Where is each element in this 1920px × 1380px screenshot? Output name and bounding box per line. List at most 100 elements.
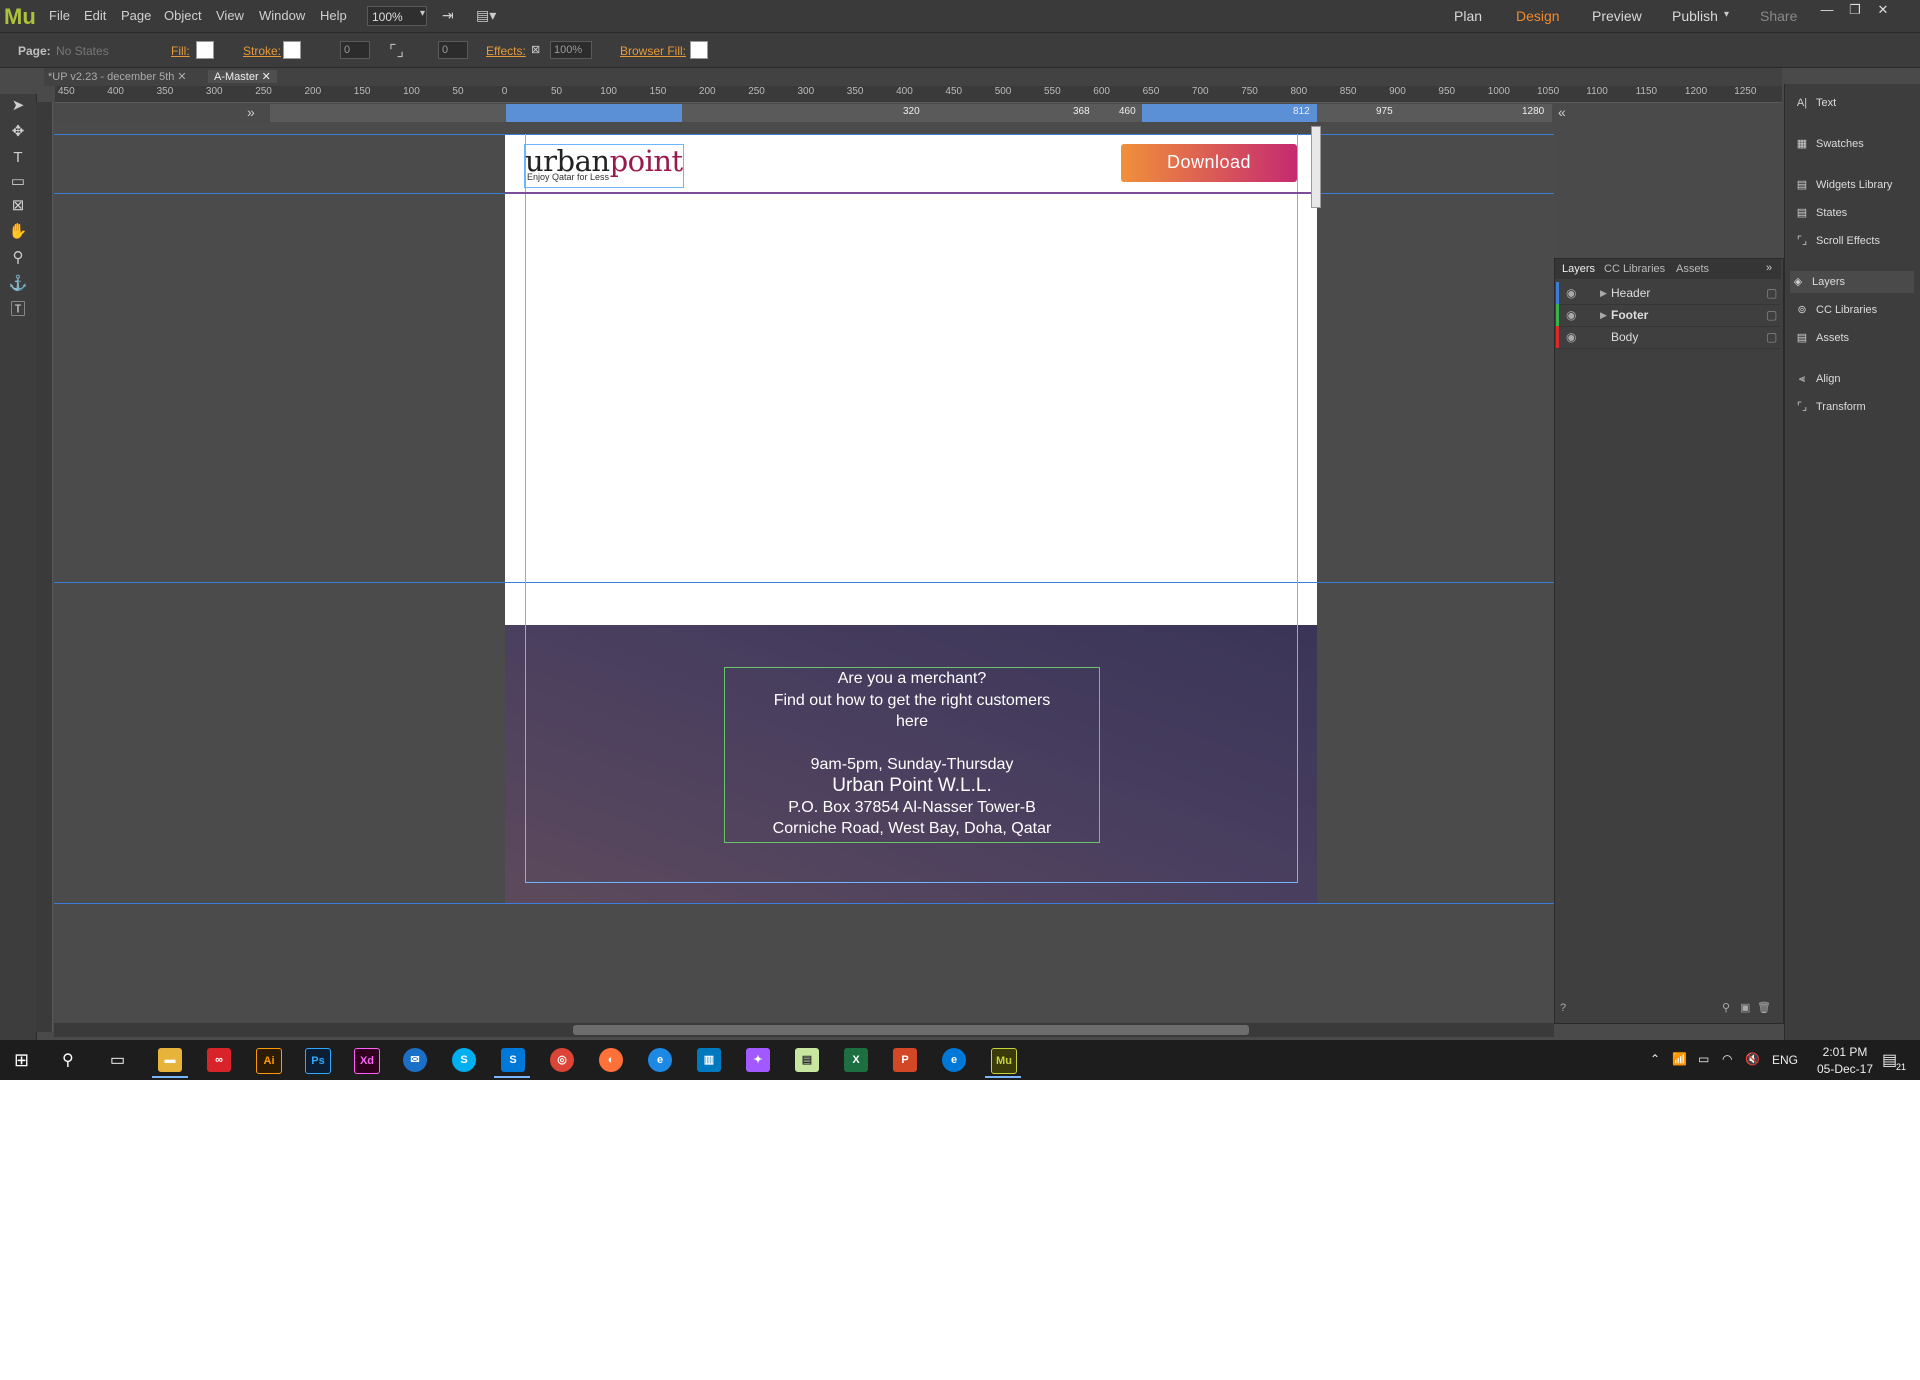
workspace-share[interactable]: Share xyxy=(1760,8,1797,24)
menu-object[interactable]: Object xyxy=(164,8,202,23)
new-layer-icon[interactable]: ▣ xyxy=(1740,1001,1750,1014)
windows-start-icon[interactable]: ⊞ xyxy=(14,1050,29,1071)
breakpoint-1280[interactable]: 1280 xyxy=(1522,106,1544,117)
menu-help[interactable]: Help xyxy=(320,8,347,23)
footer-text-frame[interactable]: Are you a merchant? Find out how to get … xyxy=(724,667,1100,843)
dock-layers[interactable]: ◈ Layers xyxy=(1790,271,1914,293)
taskbar-firefox-icon[interactable]: ◐ xyxy=(599,1048,623,1072)
menu-file[interactable]: File xyxy=(49,8,70,23)
view-mode-icon[interactable]: ▤▾ xyxy=(476,7,496,24)
tab-cc-libraries[interactable]: CC Libraries xyxy=(1604,263,1665,275)
taskbar-illustrator-icon[interactable]: Ai xyxy=(256,1048,282,1074)
restore-icon[interactable]: ❐ xyxy=(1844,2,1866,20)
breakpoint-range-active[interactable] xyxy=(506,104,682,122)
stroke-label[interactable]: Stroke: xyxy=(243,44,281,58)
lock-toggle[interactable]: ▢ xyxy=(1766,282,1777,304)
tab-assets[interactable]: Assets xyxy=(1676,263,1709,275)
dock-scroll-effects[interactable]: ⌜⌟ Scroll Effects xyxy=(1794,230,1914,252)
workspace-design[interactable]: Design xyxy=(1516,8,1560,24)
menu-page[interactable]: Page xyxy=(121,8,151,23)
fill-label[interactable]: Fill: xyxy=(171,44,190,58)
tray-date[interactable]: 05-Dec-17 xyxy=(1805,1062,1885,1076)
anchor-icon[interactable]: ⚓ xyxy=(8,274,28,294)
crop-tool-icon[interactable]: ✥ xyxy=(8,122,28,142)
dock-swatches[interactable]: ▦ Swatches xyxy=(1794,133,1914,155)
taskbar-excel-icon[interactable]: X xyxy=(844,1048,868,1072)
expand-icon[interactable]: ▶ xyxy=(1600,304,1607,326)
taskbar-xd-icon[interactable]: Xd xyxy=(354,1048,380,1074)
taskbar-explorer-icon[interactable]: ▬ xyxy=(158,1048,182,1072)
breakpoint-812[interactable]: 812 xyxy=(1293,106,1310,117)
taskbar-ie-icon[interactable]: e xyxy=(648,1048,672,1072)
download-button[interactable]: Download xyxy=(1121,144,1297,182)
taskbar-thunderbird-icon[interactable]: ✉ xyxy=(403,1048,427,1072)
dock-states[interactable]: ▤ States xyxy=(1794,202,1914,224)
chevron-down-icon[interactable]: ▾ xyxy=(420,8,425,19)
menu-view[interactable]: View xyxy=(216,8,244,23)
browser-fill-label[interactable]: Browser Fill: xyxy=(620,44,686,58)
zoom-select[interactable]: 100% xyxy=(367,6,427,26)
expand-left-icon[interactable]: » xyxy=(247,104,255,120)
taskbar-skype-business-icon[interactable]: S xyxy=(501,1048,525,1072)
eye-icon[interactable]: ◉ xyxy=(1566,282,1576,304)
workspace-preview[interactable]: Preview xyxy=(1592,8,1642,24)
help-icon[interactable]: ? xyxy=(1560,1002,1566,1014)
tray-network-icon[interactable]: 📶 xyxy=(1672,1052,1687,1066)
breakpoint-460[interactable]: 460 xyxy=(1119,106,1136,117)
guide-footer-bottom[interactable] xyxy=(54,903,1554,904)
taskbar-figma-icon[interactable]: ✦ xyxy=(746,1048,770,1072)
tray-volume-muted-icon[interactable]: 🔇 xyxy=(1745,1052,1760,1066)
dock-align[interactable]: ⫷ Align xyxy=(1794,368,1914,390)
guide-body[interactable] xyxy=(54,582,1554,583)
eye-icon[interactable]: ◉ xyxy=(1566,326,1576,348)
lock-toggle[interactable]: ▢ xyxy=(1766,304,1777,326)
layer-header[interactable]: ◉ ▶ Header ▢ xyxy=(1556,282,1780,305)
page-states[interactable]: No States xyxy=(56,44,109,58)
taskbar-photoshop-icon[interactable]: Ps xyxy=(305,1048,331,1074)
dock-transform[interactable]: ⌜⌟ Transform xyxy=(1794,396,1914,418)
breakpoint-368[interactable]: 368 xyxy=(1073,106,1090,117)
notification-center-icon[interactable]: ▤ xyxy=(1882,1050,1897,1070)
workspace-publish[interactable]: Publish xyxy=(1672,8,1718,24)
dock-text[interactable]: A| Text xyxy=(1794,92,1914,114)
effects-icon[interactable]: ⊠ xyxy=(531,43,540,56)
search-icon[interactable]: ⚲ xyxy=(62,1050,74,1070)
eye-icon[interactable]: ◉ xyxy=(1566,304,1576,326)
zoom-tool-icon[interactable]: ⚲ xyxy=(8,248,28,268)
layer-body[interactable]: ◉ Body ▢ xyxy=(1556,326,1780,349)
dock-assets[interactable]: ▤ Assets xyxy=(1794,327,1914,349)
taskbar-muse-icon[interactable]: Mu xyxy=(991,1048,1017,1074)
taskbar-skype-icon[interactable]: S xyxy=(452,1048,476,1072)
tray-battery-icon[interactable]: ▭ xyxy=(1698,1052,1709,1066)
guide-left-margin[interactable] xyxy=(525,134,526,883)
place-icon[interactable]: ⇥ xyxy=(442,7,454,24)
publish-dropdown-icon[interactable]: ▾ xyxy=(1724,9,1729,20)
taskbar-chrome-icon[interactable]: ◎ xyxy=(550,1048,574,1072)
corner-radius-input[interactable]: 0 xyxy=(438,41,468,59)
tab-layers[interactable]: Layers xyxy=(1562,263,1595,275)
rectangle-tool-icon[interactable]: ▭ xyxy=(8,172,28,192)
doc-tab-a-master[interactable]: A-Master ✕ xyxy=(208,70,277,83)
search-icon[interactable]: ⚲ xyxy=(1722,1001,1730,1014)
breakpoint-975[interactable]: 975 xyxy=(1376,106,1393,117)
tray-language[interactable]: ENG xyxy=(1772,1053,1798,1067)
guide-header-top[interactable] xyxy=(54,134,1554,135)
expand-right-icon[interactable]: « xyxy=(1558,104,1566,120)
breakpoint-range-active-812[interactable] xyxy=(1142,104,1317,122)
panel-collapse-icon[interactable]: » xyxy=(1766,262,1772,274)
menu-edit[interactable]: Edit xyxy=(84,8,106,23)
header-resize-handle[interactable] xyxy=(1311,126,1321,208)
taskbar-powerpoint-icon[interactable]: P xyxy=(893,1048,917,1072)
tray-wifi-icon[interactable]: ◠ xyxy=(1722,1052,1732,1066)
doc-tab-project[interactable]: *UP v2.23 - december 5th ✕ xyxy=(48,70,187,83)
dock-cc-libraries[interactable]: ⊚ CC Libraries xyxy=(1794,299,1914,321)
fill-swatch[interactable] xyxy=(196,41,214,59)
stroke-width-input[interactable]: 0 xyxy=(340,41,370,59)
browser-fill-swatch[interactable] xyxy=(690,41,708,59)
corner-radius-icon[interactable]: ⌜⌟ xyxy=(389,41,404,61)
vertical-ruler[interactable] xyxy=(36,102,53,1032)
dock-widgets-library[interactable]: ▤ Widgets Library xyxy=(1794,174,1914,196)
workspace-plan[interactable]: Plan xyxy=(1454,8,1482,24)
stroke-swatch[interactable] xyxy=(283,41,301,59)
taskbar-creative-cloud-icon[interactable]: ∞ xyxy=(207,1048,231,1072)
